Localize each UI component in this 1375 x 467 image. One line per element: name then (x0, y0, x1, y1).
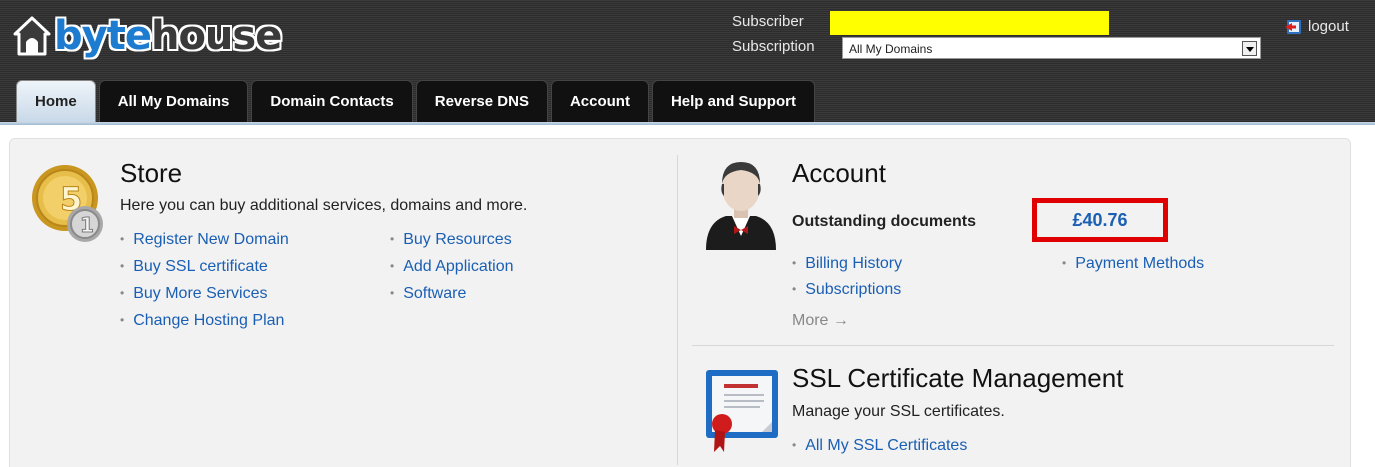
buy-resources-link[interactable]: Buy Resources (390, 231, 512, 249)
column-divider (677, 155, 678, 465)
section-divider (692, 345, 1334, 346)
top-header: bytehouse Subscriber Subscription All My… (0, 0, 1375, 125)
subscription-label: Subscription (732, 38, 815, 55)
tab-account[interactable]: Account (550, 80, 649, 122)
register-new-domain-link[interactable]: Register New Domain (120, 231, 289, 249)
ssl-description: Manage your SSL certificates. (792, 403, 1005, 420)
subscriber-value (830, 11, 1109, 35)
account-more-link[interactable]: More → (792, 312, 849, 330)
change-hosting-plan-link[interactable]: Change Hosting Plan (120, 312, 284, 330)
store-title: Store (120, 158, 183, 188)
tab-all-my-domains[interactable]: All My Domains (98, 80, 249, 122)
buy-ssl-certificate-link[interactable]: Buy SSL certificate (120, 258, 268, 276)
ssl-certificate-icon (706, 370, 778, 452)
logo-wordmark: bytehouse (54, 13, 282, 59)
coins-icon: 5 1 (32, 165, 103, 242)
store-description: Here you can buy additional services, do… (120, 197, 528, 214)
subscriptions-link[interactable]: Subscriptions (792, 281, 901, 299)
tab-domain-contacts[interactable]: Domain Contacts (251, 80, 413, 122)
billing-history-link[interactable]: Billing History (792, 255, 902, 273)
buy-more-services-link[interactable]: Buy More Services (120, 285, 267, 303)
account-title: Account (792, 158, 886, 188)
subscriber-label: Subscriber (732, 13, 804, 30)
svg-text:1: 1 (80, 213, 94, 237)
tab-reverse-dns[interactable]: Reverse DNS (415, 80, 548, 122)
logout-label: logout (1308, 18, 1349, 35)
house-logo-icon (13, 16, 51, 56)
software-link[interactable]: Software (390, 285, 466, 303)
outstanding-amount-value: £40.76 (1072, 209, 1128, 230)
add-application-link[interactable]: Add Application (390, 258, 513, 276)
subscription-select-value: All My Domains (849, 42, 933, 56)
account-avatar-icon (706, 162, 776, 250)
outstanding-documents-label: Outstanding documents (792, 213, 976, 230)
tab-help-and-support[interactable]: Help and Support (651, 80, 815, 122)
tab-home[interactable]: Home (16, 80, 96, 122)
logout-link[interactable]: logout (1284, 18, 1349, 35)
bytehouse-logo[interactable]: bytehouse (12, 8, 282, 64)
ssl-title: SSL Certificate Management (792, 363, 1124, 393)
dropdown-arrow-icon[interactable] (1242, 41, 1257, 56)
outstanding-amount-link[interactable]: £40.76 (1032, 198, 1168, 242)
logout-icon (1285, 19, 1301, 34)
subscription-select[interactable]: All My Domains (842, 37, 1261, 59)
payment-methods-link[interactable]: Payment Methods (1062, 255, 1204, 273)
all-my-ssl-certificates-link[interactable]: All My SSL Certificates (792, 437, 967, 455)
main-nav-tabs: Home All My Domains Domain Contacts Reve… (16, 80, 818, 122)
